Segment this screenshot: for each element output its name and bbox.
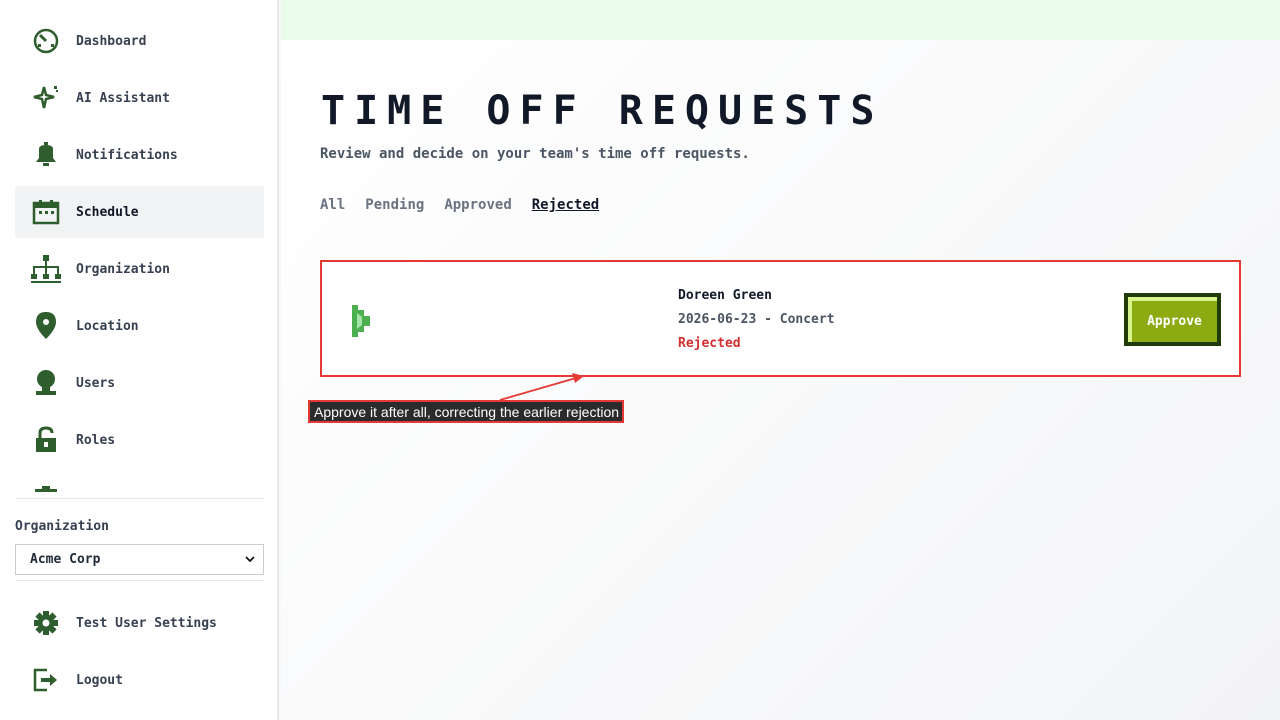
annotation-arrow xyxy=(499,373,584,401)
annotation-tooltip: Approve it after all, correcting the ear… xyxy=(308,400,624,423)
